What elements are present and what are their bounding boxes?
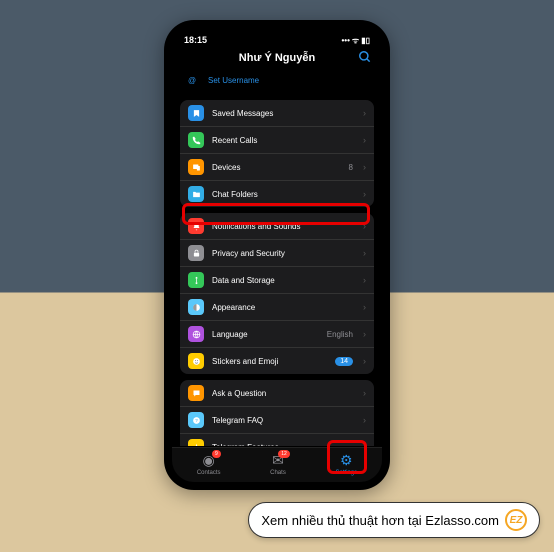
row-label: Saved Messages (212, 109, 355, 118)
at-icon: @ (184, 72, 200, 88)
row-value: English (327, 330, 353, 339)
row-label: Stickers and Emoji (212, 357, 327, 366)
lock-icon (188, 245, 204, 261)
chevron-right-icon: › (363, 302, 366, 312)
row-label: Notifications and Sounds (212, 222, 355, 231)
chat-icon (188, 385, 204, 401)
settings-row-telegram-features[interactable]: Telegram Features › (180, 434, 374, 446)
settings-row-telegram-faq[interactable]: ? Telegram FAQ › (180, 407, 374, 434)
chevron-right-icon: › (363, 356, 366, 366)
search-icon[interactable] (358, 50, 372, 67)
settings-content: @ Set Username Saved Messages›Recent Cal… (172, 70, 382, 446)
chevron-right-icon: › (363, 135, 366, 145)
folder-icon (188, 186, 204, 202)
settings-row-data-and-storage[interactable]: Data and Storage › (180, 267, 374, 294)
chevron-right-icon: › (363, 221, 366, 231)
settings-row-recent-calls[interactable]: Recent Calls › (180, 127, 374, 154)
bookmark-icon (188, 105, 204, 121)
settings-row-language[interactable]: Language English › (180, 321, 374, 348)
notch (232, 28, 322, 44)
star-icon (188, 439, 204, 446)
chevron-right-icon: › (363, 329, 366, 339)
set-username-row[interactable]: @ Set Username (172, 70, 382, 94)
row-label: Appearance (212, 303, 355, 312)
chevron-right-icon: › (363, 189, 366, 199)
settings-row-devices[interactable]: Devices 8 › (180, 154, 374, 181)
chevron-right-icon: › (363, 415, 366, 425)
appearance-icon (188, 299, 204, 315)
footer-pill[interactable]: Xem nhiều thủ thuật hơn tại Ezlasso.com … (248, 502, 540, 538)
data-icon (188, 272, 204, 288)
row-label: Telegram Features (212, 443, 355, 447)
tab-chats[interactable]: ✉12Chats (270, 452, 286, 476)
tab-badge: 9 (212, 450, 221, 458)
tab-settings[interactable]: ⚙Settings (335, 452, 357, 476)
header: Như Ý Nguyễn (172, 48, 382, 70)
signal-icon: ••• (341, 36, 349, 45)
chevron-right-icon: › (363, 275, 366, 285)
screen: 18:15 ••• ᯤ ▮▯ Như Ý Nguyễn @ Set Userna… (172, 28, 382, 482)
settings-row-notifications-and-sounds[interactable]: Notifications and Sounds › (180, 213, 374, 240)
row-label: Data and Storage (212, 276, 355, 285)
row-label: Privacy and Security (212, 249, 355, 258)
chevron-right-icon: › (363, 388, 366, 398)
section-1: Saved Messages›Recent Calls›Devices8›Cha… (180, 100, 374, 207)
bell-icon (188, 218, 204, 234)
phone-frame: 18:15 ••• ᯤ ▮▯ Như Ý Nguyễn @ Set Userna… (164, 20, 390, 490)
chevron-right-icon: › (363, 162, 366, 172)
devices-icon (188, 159, 204, 175)
globe-icon (188, 326, 204, 342)
faq-icon: ? (188, 412, 204, 428)
section-3: Ask a Question›?Telegram FAQ›Telegram Fe… (180, 380, 374, 446)
row-value: 8 (349, 163, 353, 172)
ez-logo-icon: EZ (505, 509, 527, 531)
settings-row-saved-messages[interactable]: Saved Messages › (180, 100, 374, 127)
section-2: Notifications and Sounds›Privacy and Sec… (180, 213, 374, 374)
row-label: Devices (212, 163, 341, 172)
phone-icon (188, 132, 204, 148)
settings-row-chat-folders[interactable]: Chat Folders › (180, 181, 374, 207)
page-title: Như Ý Nguyễn (239, 52, 315, 64)
tab-label: Contacts (197, 470, 221, 476)
chevron-right-icon: › (363, 248, 366, 258)
contacts-icon: ◉9 (203, 452, 215, 469)
settings-row-privacy-and-security[interactable]: Privacy and Security › (180, 240, 374, 267)
tab-label: Settings (335, 470, 357, 476)
tab-label: Chats (270, 470, 286, 476)
wifi-icon: ᯤ (352, 35, 359, 46)
settings-row-ask-a-question[interactable]: Ask a Question › (180, 380, 374, 407)
sticker-icon (188, 353, 204, 369)
username-label: Set Username (208, 76, 259, 85)
row-label: Language (212, 330, 319, 339)
settings-row-stickers-and-emoji[interactable]: Stickers and Emoji 14 › (180, 348, 374, 374)
tab-bar: ◉9Contacts ✉12Chats ⚙Settings (172, 447, 382, 482)
settings-row-appearance[interactable]: Appearance › (180, 294, 374, 321)
status-time: 18:15 (184, 35, 207, 45)
chats-icon: ✉12 (272, 452, 284, 469)
row-label: Ask a Question (212, 389, 355, 398)
row-badge: 14 (335, 357, 353, 366)
row-label: Recent Calls (212, 136, 355, 145)
battery-icon: ▮▯ (361, 36, 370, 45)
footer-text: Xem nhiều thủ thuật hơn tại Ezlasso.com (261, 513, 499, 528)
chevron-right-icon: › (363, 108, 366, 118)
settings-icon: ⚙ (340, 452, 353, 469)
tab-badge: 12 (278, 450, 290, 458)
chevron-right-icon: › (363, 442, 366, 446)
tab-contacts[interactable]: ◉9Contacts (197, 452, 221, 476)
row-label: Telegram FAQ (212, 416, 355, 425)
row-label: Chat Folders (212, 190, 355, 199)
